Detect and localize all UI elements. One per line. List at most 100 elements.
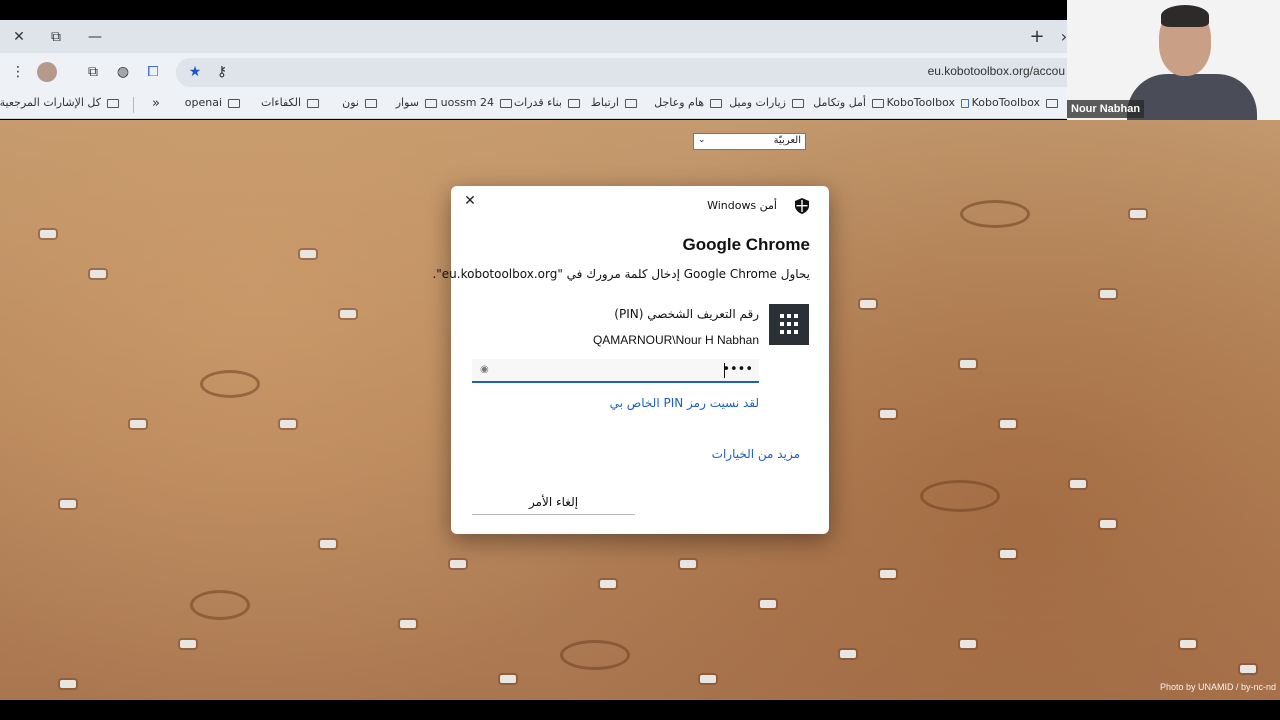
tent [960,360,976,368]
bookmark-label: ارتباط [590,96,619,109]
language-select[interactable]: العربيّة ⌄ [693,133,806,150]
tent [1000,550,1016,558]
folder-icon [307,98,319,108]
profile-avatar[interactable] [37,62,57,82]
tent [1070,480,1086,488]
tent [840,650,856,658]
close-window-icon[interactable]: ✕ [8,26,30,48]
kobo-icon [961,98,969,108]
bookmark-item[interactable]: نون [342,96,377,109]
bookmark-item[interactable]: زيارات وميل [729,96,804,109]
folder-icon [625,98,637,108]
bookmark-item[interactable]: KoboToolbox [972,96,1058,109]
all-bookmarks-label: كل الإشارات المرجعية [0,96,101,109]
participant-shirt [1127,74,1257,120]
globe-icon[interactable]: ◍ [113,62,133,82]
tent [1100,520,1116,528]
tent [180,640,196,648]
all-bookmarks[interactable]: كل الإشارات المرجعية [0,96,119,109]
tent [1100,290,1116,298]
bookmark-star-icon[interactable]: ★ [185,62,205,82]
tent [1180,640,1196,648]
tent [1240,665,1256,673]
tent [130,420,146,428]
translate-icon[interactable]: ⧠ [143,62,163,82]
dialog-title: Google Chrome [682,235,810,254]
dialog-message: يحاول Google Chrome إدخال كلمة مرورك في … [432,267,810,281]
pin-input[interactable]: ◉ •••• [472,359,759,383]
photo-credit: Photo by UNAMID / by-nc-nd [1159,682,1276,692]
omnibox[interactable]: ★ ⚷ eu.kobotoolbox.org/accou [176,58,1067,87]
restore-window-icon[interactable]: ⧉ [45,26,67,48]
new-tab-button[interactable]: + [1026,26,1048,48]
tent [760,600,776,608]
tent [500,675,516,683]
password-key-icon[interactable]: ⚷ [212,62,232,82]
bookmark-item[interactable]: uossm 24 [441,96,512,109]
bookmark-label: بناء قدرات [513,96,562,109]
bookmark-label: openai [184,96,222,109]
tent [450,560,466,568]
bookmark-label: KoboToolbox [886,96,955,109]
shield-icon [795,198,809,214]
tent [90,270,106,278]
bookmark-item[interactable]: بناء قدرات [514,96,580,109]
tent [340,310,356,318]
tent [700,675,716,683]
bookmark-item[interactable]: أمل وتكامل [813,96,884,109]
bookmark-item[interactable]: openai [185,96,240,109]
bookmark-item[interactable]: KoboToolbox [887,96,969,109]
tent [880,570,896,578]
folder-icon [228,98,240,108]
participant-hair [1161,5,1209,27]
folder-icon [872,98,884,108]
tent [880,410,896,418]
tent [320,540,336,548]
bookmark-label: زيارات وميل [729,96,786,109]
pin-user-account: QAMARNOUR\Nour H Nabhan [592,333,759,347]
folder-icon [710,98,722,108]
tent [860,300,876,308]
more-options-link[interactable]: مزيد من الخيارات [712,447,800,461]
language-select-value: العربيّة [773,135,801,146]
minimize-window-icon[interactable]: — [84,26,106,48]
tent [300,250,316,258]
bookmark-label: أمل وتكامل [813,96,866,109]
bookmark-label: هام وعاجل [654,96,704,109]
tent [680,560,696,568]
bookmark-label: KoboToolbox [971,96,1040,109]
browser-toolbar: ⋮ ⧉ ◍ ⧠ ★ ⚷ eu.kobotoolbox.org/accou [0,53,1067,91]
folder-icon [1046,98,1058,108]
tent [1130,210,1146,218]
bookmark-item[interactable]: سوار [396,96,437,109]
cancel-button[interactable]: إلغاء الأمر [472,489,635,515]
menu-dots-icon[interactable]: ⋮ [8,62,28,82]
tent [280,420,296,428]
enclosure [190,590,250,620]
more-bookmarks-icon[interactable]: « [152,96,160,111]
forgot-pin-link[interactable]: لقد نسيت رمز PIN الخاص بي [610,396,759,410]
tent [60,680,76,688]
bookmark-item[interactable]: ارتباط [591,96,637,109]
folder-icon [568,98,580,108]
tent [400,620,416,628]
browser-tabstrip: ✕ ⧉ — + › [0,20,1067,53]
pin-keypad-icon [769,304,809,345]
dialog-close-button[interactable]: ✕ [461,192,479,210]
url-text[interactable]: eu.kobotoolbox.org/accou [928,64,1065,78]
reveal-eye-icon[interactable]: ◉ [480,364,489,375]
chevron-down-icon: ⌄ [698,135,706,145]
bookmark-item[interactable]: الكفاءات [261,96,319,109]
enclosure [960,200,1030,228]
dialog-brand: أمن Windows [707,199,777,212]
folder-icon [500,98,512,108]
tent [40,230,56,238]
bookmark-label: uossm 24 [440,96,494,109]
bookmark-divider [133,97,134,113]
folder-icon [107,98,119,108]
bookmark-label: نون [342,96,359,109]
extensions-icon[interactable]: ⧉ [83,62,103,82]
bookmark-label: الكفاءات [261,96,301,109]
bookmark-item[interactable]: هام وعاجل [654,96,722,109]
pin-label: رقم التعريف الشخصي (PIN) [614,307,759,321]
